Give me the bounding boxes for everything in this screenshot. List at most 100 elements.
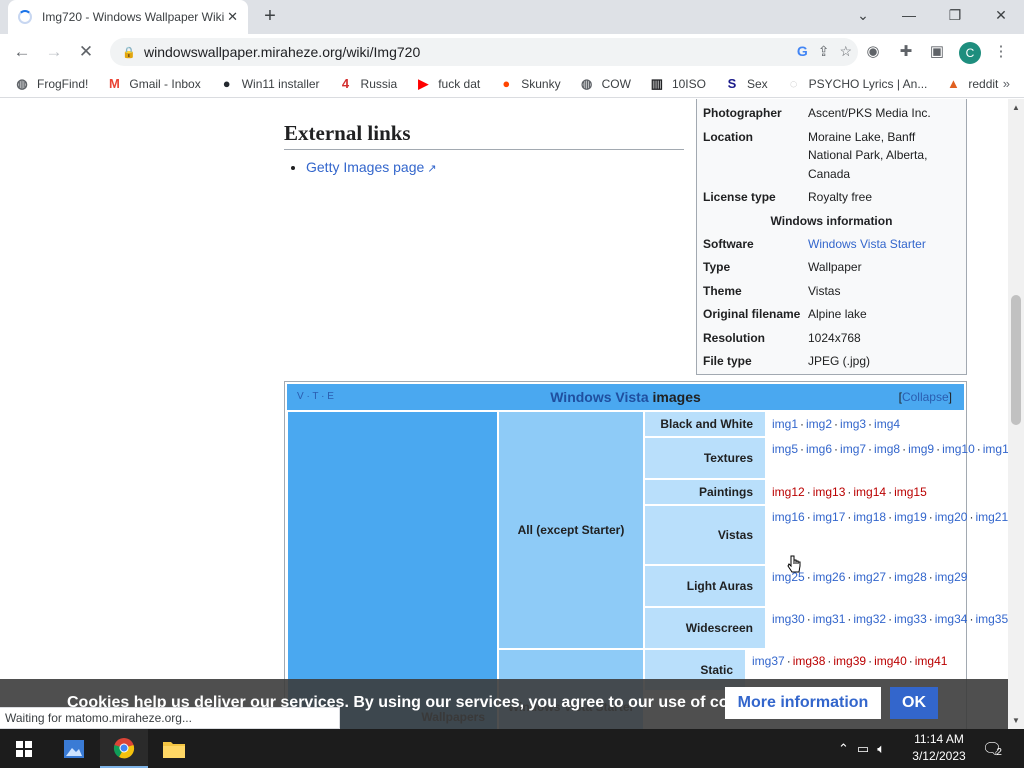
bookmark-item[interactable]: ▶ fuck dat [415, 76, 480, 92]
image-link[interactable]: img20 [935, 510, 968, 524]
image-link[interactable]: img19 [894, 510, 927, 524]
image-link[interactable]: img35 [975, 612, 1008, 626]
image-link[interactable]: img41 [915, 654, 948, 668]
minimize-button[interactable]: — [886, 0, 932, 30]
taskbar-clock[interactable]: 11:14 AM 3/12/2023 [908, 731, 970, 765]
google-icon[interactable]: G [797, 43, 808, 60]
image-link[interactable]: img11 [983, 442, 1008, 456]
browser-tab[interactable]: Img720 - Windows Wallpaper Wiki ✕ [8, 0, 248, 34]
image-link[interactable]: img6 [806, 442, 832, 456]
scrollbar-thumb[interactable] [1011, 295, 1021, 425]
image-link[interactable]: img9 [908, 442, 934, 456]
bookmark-item[interactable]: ◍ COW [579, 76, 631, 92]
bookmark-item[interactable]: ▥ 10ISO [649, 76, 706, 92]
share-icon[interactable]: ⇪ [818, 43, 830, 60]
tab-close-icon[interactable]: ✕ [227, 9, 238, 25]
bookmark-star-icon[interactable]: ☆ [839, 43, 852, 60]
image-link[interactable]: img10 [942, 442, 975, 456]
stop-loading-icon[interactable]: ✕ [74, 40, 98, 64]
image-link[interactable]: img15 [894, 485, 927, 499]
volume-icon[interactable]: 🔈︎ [877, 741, 885, 757]
windows-logo-icon [16, 740, 32, 757]
image-link[interactable]: img7 [840, 442, 866, 456]
lock-icon[interactable]: 🔒 [122, 46, 136, 59]
start-button[interactable] [0, 729, 48, 768]
ok-button[interactable]: OK [890, 687, 938, 719]
image-link[interactable]: img34 [935, 612, 968, 626]
image-link[interactable]: img14 [853, 485, 886, 499]
network-icon[interactable]: ▭ [857, 741, 869, 757]
image-link[interactable]: img21 [975, 510, 1008, 524]
more-information-button[interactable]: More information [725, 687, 881, 719]
bookmark-item[interactable]: ● Skunky [498, 76, 560, 92]
image-link[interactable]: img3 [840, 417, 866, 431]
taskbar-photos-app[interactable] [50, 729, 98, 768]
taskbar-chrome[interactable] [100, 729, 148, 768]
back-icon[interactable]: ← [10, 40, 34, 64]
image-link[interactable]: img17 [813, 510, 846, 524]
image-link[interactable]: img39 [833, 654, 866, 668]
navbox-vte-links[interactable]: V · T · E [297, 384, 334, 410]
image-links-list: img30·img31·img32·img33·img34·img35·img3… [772, 612, 1008, 626]
close-window-button[interactable]: ✕ [978, 0, 1024, 30]
notifications-button[interactable]: 🗨︎ 2 [982, 729, 1002, 768]
navbox-title: V · T · E Windows Vista images [Collapse… [287, 384, 964, 410]
software-link[interactable]: Windows Vista Starter [808, 237, 926, 251]
bookmark-item[interactable]: ● Win11 installer [219, 76, 320, 92]
image-link[interactable]: img31 [813, 612, 846, 626]
image-link[interactable]: img2 [806, 417, 832, 431]
taskbar-file-explorer[interactable] [150, 729, 198, 768]
side-panel-icon[interactable]: ▣ [926, 41, 948, 63]
image-link[interactable]: img29 [935, 570, 968, 584]
subgroup-paintings: Paintings [645, 480, 765, 504]
image-link[interactable]: img4 [874, 417, 900, 431]
image-link[interactable]: img18 [853, 510, 886, 524]
bookmark-item[interactable]: 4 Russia [338, 76, 397, 92]
image-link[interactable]: img26 [813, 570, 846, 584]
bookmark-item[interactable]: M Gmail - Inbox [106, 75, 201, 92]
scroll-down-icon[interactable]: ▼ [1012, 716, 1020, 725]
image-link[interactable]: img8 [874, 442, 900, 456]
forward-icon[interactable]: → [42, 40, 66, 64]
extensions-puzzle-icon[interactable]: ✚ [895, 41, 917, 63]
image-link[interactable]: img37 [752, 654, 785, 668]
image-link[interactable]: img27 [853, 570, 886, 584]
globe-icon: ◍ [16, 75, 28, 91]
browser-toolbar: ← → ✕ 🔒 windowswallpaper.miraheze.org/wi… [0, 34, 1024, 70]
image-links-list: img37 · img38 · img39 · img40 · img41 [752, 654, 948, 668]
page-scrollbar[interactable]: ▲ ▼ [1008, 99, 1024, 729]
chrome-menu-icon[interactable]: ⋮ [990, 41, 1012, 63]
bookmark-item[interactable]: ◍ FrogFind! [14, 76, 88, 92]
github-icon: ● [222, 75, 231, 91]
image-link[interactable]: img28 [894, 570, 927, 584]
getty-images-link[interactable]: Getty Images page ↗ [306, 159, 437, 175]
image-link[interactable]: img1 [772, 417, 798, 431]
image-link[interactable]: img16 [772, 510, 805, 524]
tab-search-icon[interactable]: ⌄ [840, 0, 886, 30]
image-links-list: img5·img6·img7·img8·img9·img10·img11 [767, 440, 1008, 459]
loading-icon: ◌ [789, 75, 798, 91]
bookmarks-overflow-icon[interactable]: » [1003, 76, 1010, 91]
bookmark-item[interactable]: ▲ reddit [945, 76, 998, 92]
image-link[interactable]: img30 [772, 612, 805, 626]
image-link[interactable]: img32 [853, 612, 886, 626]
profile-avatar[interactable]: C [959, 42, 981, 64]
bookmark-item[interactable]: S Sex [724, 76, 768, 92]
image-link[interactable]: img13 [813, 485, 846, 499]
new-tab-button[interactable]: + [258, 4, 282, 28]
collapse-toggle[interactable]: [Collapse] [899, 384, 952, 410]
image-link[interactable]: img38 [793, 654, 826, 668]
windows-vista-link[interactable]: Windows Vista [550, 389, 648, 405]
gmail-icon: M [108, 75, 120, 91]
bookmark-item[interactable]: ◌ PSYCHO Lyrics | An... [786, 76, 928, 92]
restore-button[interactable]: ❐ [932, 0, 978, 30]
image-link[interactable]: img33 [894, 612, 927, 626]
image-link[interactable]: img40 [874, 654, 907, 668]
tray-chevron-icon[interactable]: ⌃ [838, 741, 849, 757]
infobox-row: Theme Vistas [703, 283, 841, 298]
image-link[interactable]: img12 [772, 485, 805, 499]
address-bar[interactable]: 🔒 windowswallpaper.miraheze.org/wiki/Img… [110, 38, 858, 66]
scroll-up-icon[interactable]: ▲ [1012, 103, 1020, 112]
image-link[interactable]: img5 [772, 442, 798, 456]
extension-record-icon[interactable]: ◉ [862, 41, 884, 63]
